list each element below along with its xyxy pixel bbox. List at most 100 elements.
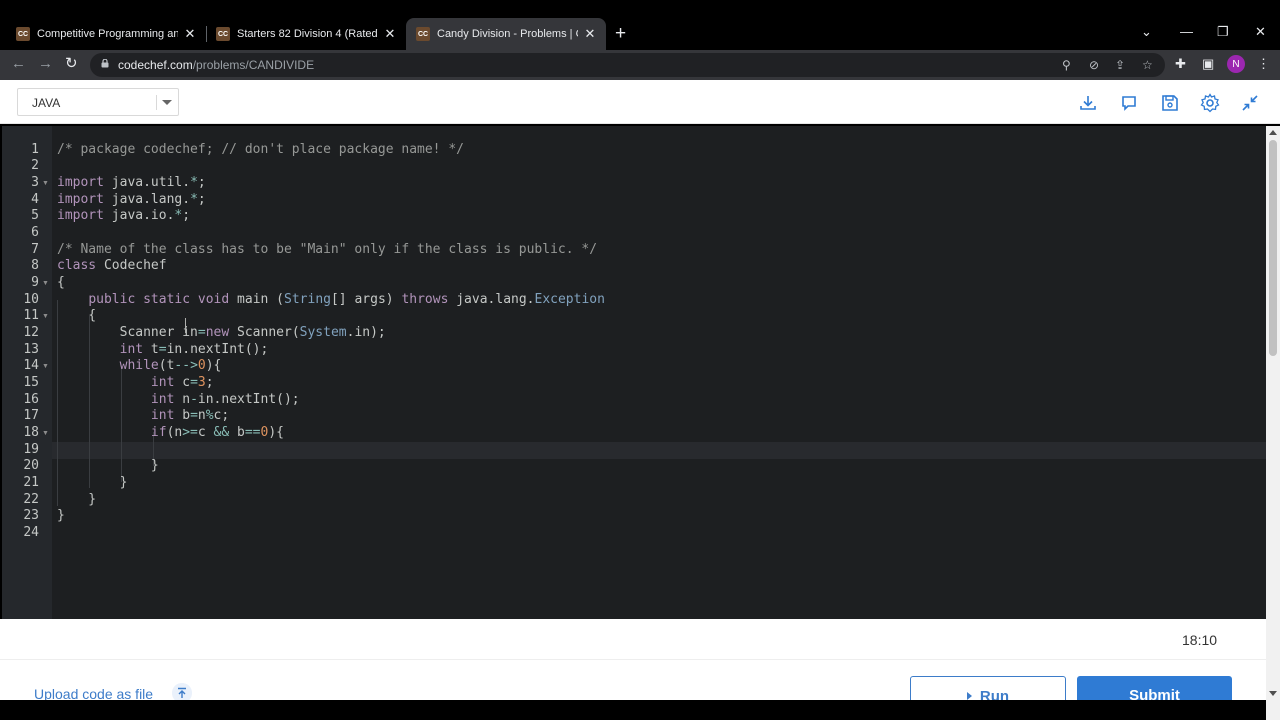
line-number: 8 bbox=[31, 258, 39, 273]
close-window-icon[interactable]: ✕ bbox=[1255, 24, 1266, 40]
tab-title: Candy Division - Problems | Code bbox=[437, 28, 578, 40]
line-number: 7 bbox=[31, 242, 39, 257]
tab-title: Competitive Programming and C bbox=[37, 28, 178, 40]
code-line-20: } bbox=[57, 458, 159, 473]
tab-competitive-programming[interactable]: CC Competitive Programming and C ✕ bbox=[6, 18, 206, 50]
arrow-right-icon[interactable]: → bbox=[38, 55, 53, 73]
line-number: 17 bbox=[23, 408, 39, 423]
code-line-13: int t=in.nextInt(); bbox=[119, 342, 269, 357]
minimize-icon[interactable] bbox=[1240, 93, 1260, 113]
scrollbar-thumb[interactable] bbox=[1269, 140, 1277, 356]
line-number: 20 bbox=[23, 458, 39, 473]
eye-off-icon[interactable]: ⊘ bbox=[1089, 58, 1099, 72]
code-line-9: { bbox=[57, 275, 65, 290]
code-line-21: } bbox=[57, 475, 128, 490]
code-line-16: int n-in.nextInt(); bbox=[150, 392, 300, 407]
new-tab-button[interactable]: + bbox=[615, 24, 626, 44]
code-line-5: import java.io.*; bbox=[57, 208, 191, 223]
line-number: 24 bbox=[23, 525, 39, 540]
share-icon[interactable]: ⇪ bbox=[1115, 58, 1125, 72]
code-line-12: Scanner in=new Scanner(System.in); bbox=[57, 325, 386, 340]
code-line-1: /* package codechef; // don't place pack… bbox=[57, 142, 464, 157]
line-number: 15 bbox=[23, 375, 39, 390]
browser-toolbar: ← → ↻ codechef.com/problems/CANDIVIDE ⚲ … bbox=[0, 50, 1280, 80]
line-number: 4 bbox=[31, 192, 39, 207]
scroll-up-arrow-icon[interactable] bbox=[1269, 130, 1277, 135]
close-icon[interactable]: ✕ bbox=[584, 26, 596, 42]
fold-toggle-icon[interactable]: ▼ bbox=[42, 430, 49, 437]
tab-title: Starters 82 Division 4 (Rated) Co bbox=[237, 28, 378, 40]
fold-toggle-icon[interactable]: ▼ bbox=[42, 313, 49, 320]
fold-toggle-icon[interactable]: ▼ bbox=[42, 363, 49, 370]
tab-candy-division[interactable]: CC Candy Division - Problems | Code ✕ bbox=[406, 18, 606, 50]
line-number: 14 bbox=[23, 358, 39, 373]
code-line-22: } bbox=[57, 492, 97, 507]
lock-icon bbox=[101, 59, 109, 68]
line-number: 23 bbox=[23, 508, 39, 523]
code-line-3: import java.util.*; bbox=[57, 175, 206, 190]
code-line-23: } bbox=[57, 508, 65, 523]
download-icon[interactable] bbox=[1078, 93, 1098, 113]
select-divider bbox=[156, 95, 157, 110]
reset-code-icon[interactable] bbox=[1119, 93, 1139, 113]
code-editor[interactable]: 1 2 3 ▼ 4 5 6 7 8 9 ▼ 10 11 ▼ 12 13 14 ▼ 15 16 17 18 ▼ 19 20 21 22… bbox=[2, 126, 1266, 619]
line-number: 11 bbox=[23, 308, 39, 323]
browser-tab-strip: CC Competitive Programming and C ✕ CC St… bbox=[0, 0, 1280, 50]
play-icon bbox=[966, 692, 972, 700]
line-number: 22 bbox=[23, 492, 39, 507]
codechef-favicon-icon: CC bbox=[16, 27, 30, 41]
line-number: 3 bbox=[31, 175, 39, 190]
url-text: codechef.com/problems/CANDIVIDE bbox=[118, 58, 315, 72]
line-number: 18 bbox=[23, 425, 39, 440]
code-line-15: int c=3; bbox=[150, 375, 214, 390]
kebab-menu-icon[interactable]: ⋮ bbox=[1257, 57, 1270, 71]
profile-avatar[interactable]: N bbox=[1227, 55, 1245, 73]
maximize-window-icon[interactable]: ❐ bbox=[1217, 24, 1229, 40]
language-select[interactable]: JAVA bbox=[17, 88, 179, 116]
address-bar[interactable]: codechef.com/problems/CANDIVIDE ⚲ ⊘ ⇪ ☆ bbox=[90, 53, 1165, 77]
fold-toggle-icon[interactable]: ▼ bbox=[42, 180, 49, 187]
code-line-14: while(t-->0){ bbox=[119, 358, 222, 373]
code-line-17: int b=n%c; bbox=[150, 408, 230, 423]
code-line-4: import java.lang.*; bbox=[57, 192, 206, 207]
tab-starters-82[interactable]: CC Starters 82 Division 4 (Rated) Co ✕ bbox=[206, 18, 406, 50]
line-number: 12 bbox=[23, 325, 39, 340]
save-icon[interactable] bbox=[1160, 93, 1180, 113]
reload-icon[interactable]: ↻ bbox=[65, 55, 78, 73]
code-line-10: public static void main (String[] args) … bbox=[88, 292, 605, 307]
line-number-gutter: 1 2 3 ▼ 4 5 6 7 8 9 ▼ 10 11 ▼ 12 13 14 ▼ 15 16 17 18 ▼ 19 20 21 22… bbox=[2, 126, 52, 619]
close-icon[interactable]: ✕ bbox=[184, 26, 196, 42]
line-number: 16 bbox=[23, 392, 39, 407]
line-number: 5 bbox=[31, 208, 39, 223]
line-number: 6 bbox=[31, 225, 39, 240]
star-icon[interactable]: ☆ bbox=[1142, 58, 1153, 72]
line-number: 9 bbox=[31, 275, 39, 290]
codechef-favicon-icon: CC bbox=[416, 27, 430, 41]
zoom-icon[interactable]: ⚲ bbox=[1062, 58, 1071, 72]
close-icon[interactable]: ✕ bbox=[384, 26, 396, 42]
line-number: 1 bbox=[31, 142, 39, 157]
code-line-11: { bbox=[57, 308, 97, 323]
side-panel-icon[interactable]: ▣ bbox=[1202, 57, 1214, 71]
line-number: 2 bbox=[31, 158, 39, 173]
footer-divider bbox=[0, 659, 1266, 660]
text-cursor bbox=[185, 318, 186, 333]
fold-toggle-icon[interactable]: ▼ bbox=[42, 280, 49, 287]
editor-header: JAVA bbox=[0, 80, 1280, 124]
tab-search-chevron-icon[interactable]: ⌄ bbox=[1141, 24, 1152, 40]
screen: CC Competitive Programming and C ✕ CC St… bbox=[0, 0, 1280, 720]
line-number: 19 bbox=[23, 442, 39, 457]
timer: 18:10 bbox=[1182, 632, 1218, 648]
arrow-left-icon[interactable]: ← bbox=[11, 55, 26, 73]
minimize-window-icon[interactable]: — bbox=[1180, 24, 1193, 39]
line-number: 13 bbox=[23, 342, 39, 357]
language-value: JAVA bbox=[32, 96, 61, 110]
active-line-highlight bbox=[52, 442, 1266, 459]
puzzle-icon[interactable]: ✚ bbox=[1175, 57, 1186, 71]
gear-icon[interactable] bbox=[1200, 93, 1220, 113]
line-number: 21 bbox=[23, 475, 39, 490]
codechef-favicon-icon: CC bbox=[216, 27, 230, 41]
code-line-8: class Codechef bbox=[57, 258, 167, 273]
page-scrollbar[interactable] bbox=[1266, 126, 1280, 720]
scroll-down-arrow-icon[interactable] bbox=[1269, 691, 1277, 696]
